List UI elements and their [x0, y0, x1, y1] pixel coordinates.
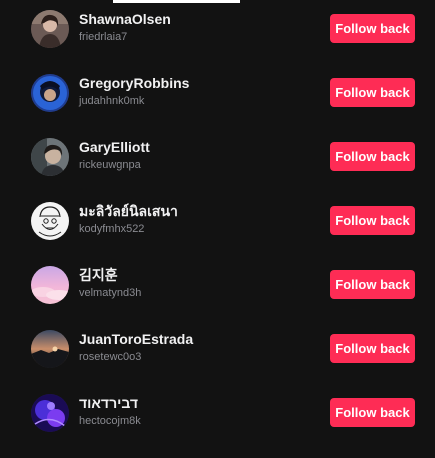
purple-abstract-icon	[31, 394, 69, 432]
list-item[interactable]: JuanToroEstrada rosetewc0o3 Follow back	[0, 330, 435, 394]
avatar[interactable]	[31, 266, 69, 304]
avatar[interactable]	[31, 202, 69, 240]
avatar[interactable]	[31, 138, 69, 176]
follow-back-button[interactable]: Follow back	[330, 398, 415, 427]
follow-back-button[interactable]: Follow back	[330, 334, 415, 363]
list-item[interactable]: มะลิวัลย์นิลเสนา kodyfmhx522 Follow back	[0, 202, 435, 266]
followers-list: ShawnaOlsen friedrlaia7 Follow back Greg…	[0, 0, 435, 447]
user-name[interactable]: JuanToroEstrada	[79, 331, 193, 348]
follow-back-button[interactable]: Follow back	[330, 270, 415, 299]
user-name[interactable]: ShawnaOlsen	[79, 11, 171, 28]
user-handle: friedrlaia7	[79, 31, 128, 43]
list-item[interactable]: GaryElliott rickeuwgnpa Follow back	[0, 138, 435, 202]
avatar[interactable]	[31, 74, 69, 112]
person-photo-icon	[31, 74, 69, 112]
user-name[interactable]: דבירדאוד	[79, 395, 138, 412]
avatar[interactable]	[31, 330, 69, 368]
list-item[interactable]: 김지훈 velmatynd3h Follow back	[0, 266, 435, 330]
user-name[interactable]: GaryElliott	[79, 139, 150, 156]
user-handle: kodyfmhx522	[79, 223, 145, 235]
list-item[interactable]: דבירדאוד hectocojm8k Follow back	[0, 394, 435, 458]
person-photo-icon	[31, 138, 69, 176]
user-handle: velmatynd3h	[79, 287, 142, 299]
user-name[interactable]: มะลิวัลย์นิลเสนา	[79, 203, 178, 220]
pink-sky-icon	[31, 266, 69, 304]
list-item[interactable]: GregoryRobbins judahhnk0mk Follow back	[0, 74, 435, 138]
avatar[interactable]	[31, 10, 69, 48]
person-photo-icon	[31, 10, 69, 48]
avatar[interactable]	[31, 394, 69, 432]
follow-back-button[interactable]: Follow back	[330, 142, 415, 171]
user-name[interactable]: 김지훈	[79, 267, 118, 284]
sunset-landscape-icon	[31, 330, 69, 368]
user-handle: judahhnk0mk	[79, 95, 145, 107]
list-item[interactable]: ShawnaOlsen friedrlaia7 Follow back	[0, 10, 435, 74]
cartoon-face-icon	[31, 202, 69, 240]
user-name[interactable]: GregoryRobbins	[79, 75, 189, 92]
user-handle: hectocojm8k	[79, 415, 141, 427]
follow-back-button[interactable]: Follow back	[330, 78, 415, 107]
user-handle: rickeuwgnpa	[79, 159, 141, 171]
follow-back-button[interactable]: Follow back	[330, 206, 415, 235]
follow-back-button[interactable]: Follow back	[330, 14, 415, 43]
user-handle: rosetewc0o3	[79, 351, 142, 363]
